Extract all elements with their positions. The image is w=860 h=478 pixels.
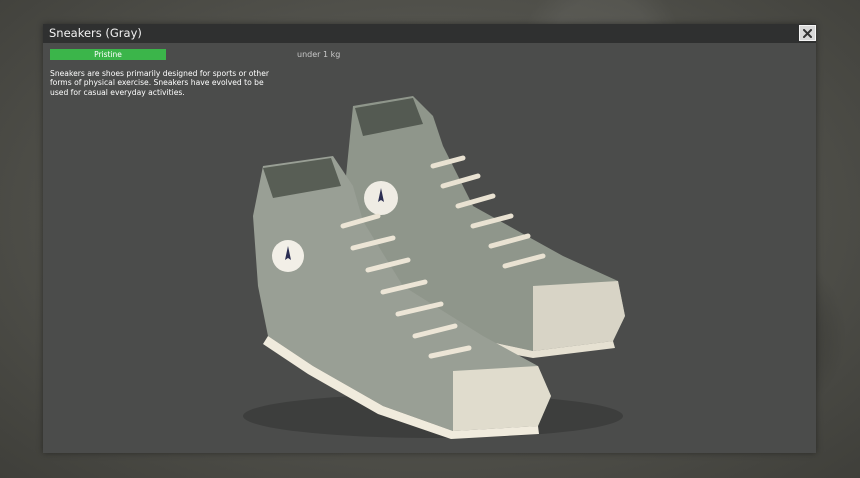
item-inspect-window: Sneakers (Gray) Pristine under 1 kg Snea… xyxy=(43,24,816,453)
item-title: Sneakers (Gray) xyxy=(49,26,142,40)
title-bar: Sneakers (Gray) xyxy=(43,24,816,43)
close-icon xyxy=(803,29,812,38)
close-button[interactable] xyxy=(799,25,816,41)
item-preview-sneakers xyxy=(243,96,625,439)
condition-label: Pristine xyxy=(94,50,122,59)
condition-bar: Pristine xyxy=(50,49,166,60)
item-weight: under 1 kg xyxy=(297,50,341,59)
